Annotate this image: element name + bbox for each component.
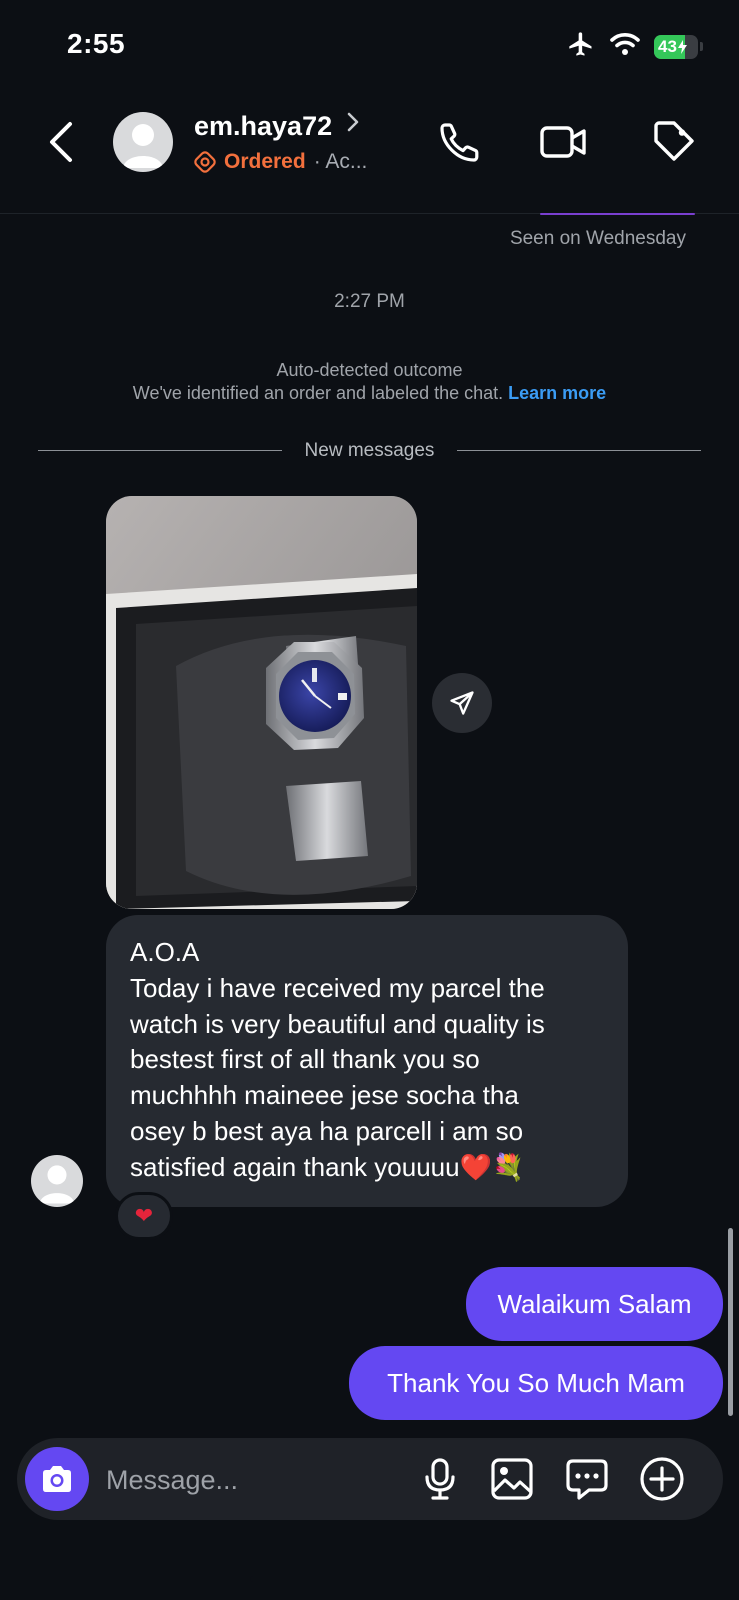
order-label[interactable]: Ordered · Ac... xyxy=(194,150,367,174)
message-line: A.O.A xyxy=(130,937,200,967)
add-button[interactable] xyxy=(638,1455,686,1503)
video-icon xyxy=(540,126,586,158)
sent-message-bubble[interactable]: Walaikum Salam xyxy=(466,1267,723,1341)
avatar[interactable] xyxy=(113,112,173,172)
back-button[interactable] xyxy=(44,118,80,166)
gallery-button[interactable] xyxy=(488,1455,536,1503)
status-time: 2:55 xyxy=(67,28,126,59)
tag-icon xyxy=(654,121,694,161)
watch-photo-image xyxy=(106,496,417,909)
video-call-button[interactable] xyxy=(538,118,590,166)
message-line: watch is very beautiful and quality is xyxy=(130,1008,545,1039)
camera-icon xyxy=(43,1466,71,1492)
add-icon xyxy=(640,1457,684,1501)
auto-detected-description: We've identified an order and labeled th… xyxy=(0,383,739,404)
order-icon xyxy=(194,151,216,173)
message-line: Today i have received my parcel the xyxy=(130,972,545,1003)
phone-call-button[interactable] xyxy=(436,118,484,166)
learn-more-link[interactable]: Learn more xyxy=(508,383,606,403)
battery-level: 43 xyxy=(658,36,677,56)
tag-button[interactable] xyxy=(650,116,698,166)
sent-message-bubble[interactable]: Thank You So Much Mam xyxy=(349,1346,723,1420)
message-line: muchhhh maineee jese socha tha xyxy=(130,1080,519,1111)
home-indicator[interactable] xyxy=(250,1576,490,1582)
message-line: osey b best aya ha parcell i am so xyxy=(130,1115,524,1146)
microphone-icon xyxy=(425,1458,455,1500)
username: em.haya72 xyxy=(194,111,333,141)
message-timestamp: 2:27 PM xyxy=(334,291,405,312)
gallery-icon xyxy=(491,1458,533,1500)
message-line: satisfied again thank youuuu❤️💐 xyxy=(130,1151,525,1182)
ordered-label: Ordered xyxy=(224,150,306,173)
message-input[interactable] xyxy=(106,1460,396,1500)
phone-icon xyxy=(440,123,479,162)
divider-right xyxy=(457,450,701,451)
message-line: bestest first of all thank you so xyxy=(130,1044,480,1075)
wifi-icon xyxy=(610,32,640,61)
sticker-button[interactable] xyxy=(563,1455,611,1503)
chevron-right-icon xyxy=(347,112,358,132)
seen-status: Seen on Wednesday xyxy=(509,228,686,249)
sender-avatar[interactable] xyxy=(31,1155,83,1207)
scrollbar[interactable] xyxy=(728,1228,733,1416)
auto-detected-title: Auto-detected outcome xyxy=(276,360,463,380)
heart-reaction[interactable]: ❤ xyxy=(115,1192,173,1240)
camera-button[interactable] xyxy=(25,1447,89,1511)
contact-name[interactable]: em.haya72 xyxy=(194,111,360,142)
share-button[interactable] xyxy=(432,673,492,733)
send-icon xyxy=(450,691,474,715)
microphone-button[interactable] xyxy=(416,1455,464,1503)
received-message-bubble[interactable]: A.O.A Today i have received my parcel th… xyxy=(106,915,628,1207)
previous-bubble-edge xyxy=(540,213,695,215)
status-icons: 43 xyxy=(566,30,703,63)
airplane-icon xyxy=(566,30,596,63)
auto-detected-text: We've identified an order and labeled th… xyxy=(132,383,504,403)
received-photo[interactable] xyxy=(106,496,417,909)
chevron-left-icon xyxy=(50,122,72,162)
header-subtitle: · Ac... xyxy=(313,150,368,173)
sent-message-text: Walaikum Salam xyxy=(497,1288,692,1319)
sticker-icon xyxy=(566,1459,608,1500)
battery-charging-icon: 43 xyxy=(654,34,698,59)
sent-message-text: Thank You So Much Mam xyxy=(387,1367,685,1398)
new-messages-label: New messages xyxy=(304,440,435,461)
heart-icon: ❤ xyxy=(134,1203,154,1228)
